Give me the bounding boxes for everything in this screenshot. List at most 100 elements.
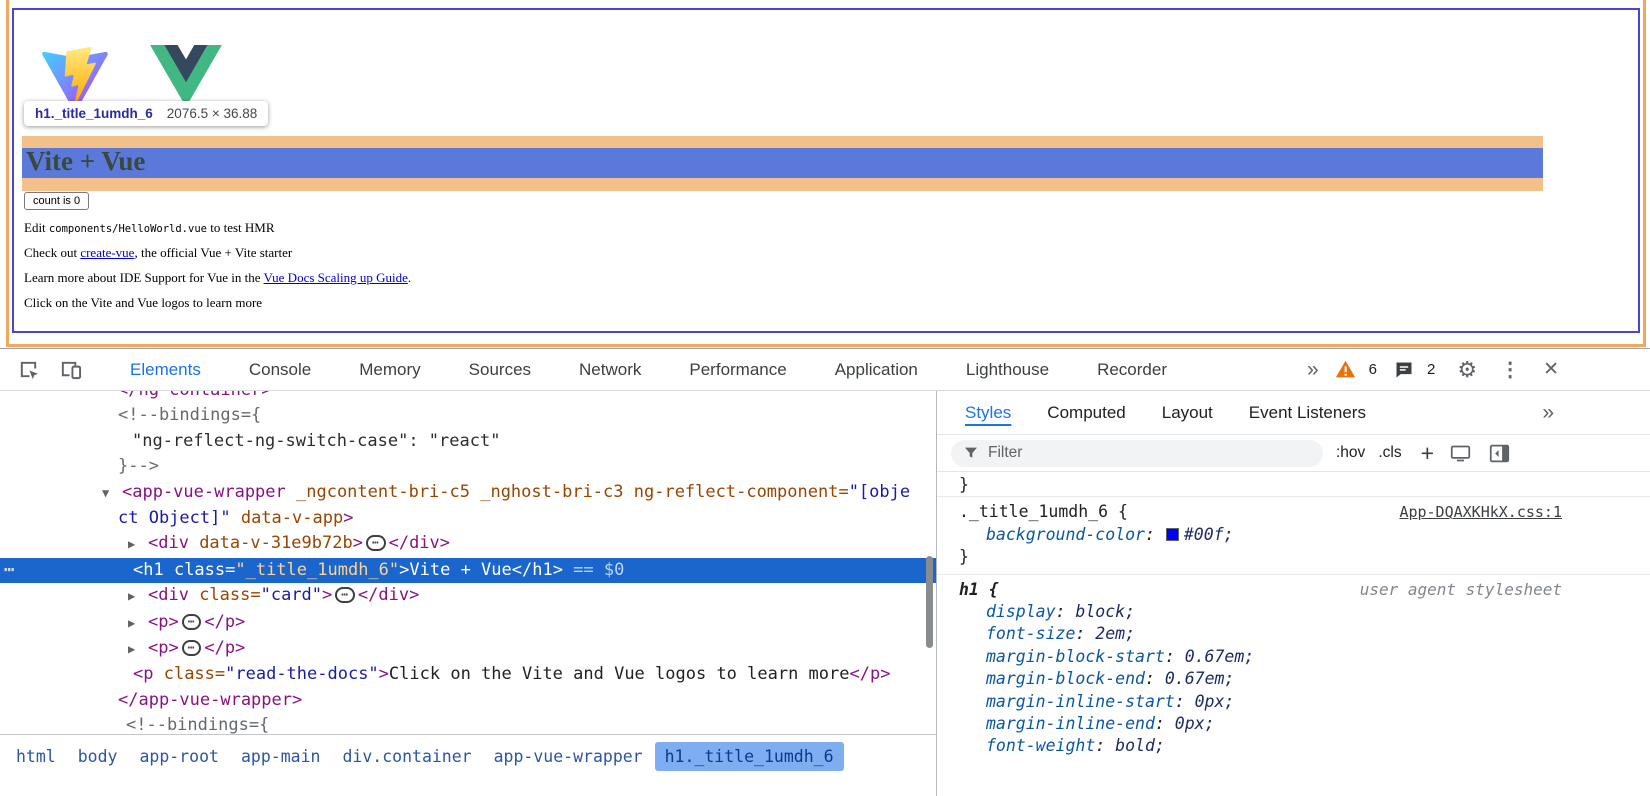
breadcrumb-item-app-root[interactable]: app-root	[130, 742, 229, 771]
expand-arrow-icon[interactable]: ▶	[128, 584, 148, 609]
class-toggle[interactable]: .cls	[1378, 444, 1401, 462]
dom-tree-row[interactable]: ct Object]" data-v-app>	[0, 506, 936, 531]
css-declaration[interactable]: display: block;	[937, 601, 1650, 623]
css-property[interactable]: margin-block-end	[986, 669, 1145, 688]
css-property[interactable]: margin-block-start	[986, 647, 1165, 666]
dom-tree-row[interactable]: ▶ <p> ⋯ </p>	[0, 610, 936, 636]
css-property[interactable]: font-weight	[986, 736, 1095, 755]
syntax-attribute-value: "[obje	[848, 481, 911, 502]
elements-scrollbar[interactable]	[926, 556, 933, 648]
css-property[interactable]: font-size	[986, 624, 1075, 643]
css-declaration[interactable]: background-color: #00f;	[937, 524, 1650, 546]
close-icon[interactable]: ✕	[1536, 358, 1566, 381]
styles-tabs: Styles Computed Layout Event Listeners »	[937, 391, 1650, 435]
breadcrumb-item-app-vue-wrapper[interactable]: app-vue-wrapper	[484, 742, 653, 771]
css-rule-source-ua[interactable]: user agent stylesheet	[1360, 579, 1562, 601]
css-value[interactable]: bold;	[1115, 736, 1165, 755]
dom-tree-row[interactable]: ▶ <div data-v-31e9b72b> ⋯ </div>	[0, 531, 936, 557]
css-property[interactable]: margin-inline-start	[986, 692, 1175, 711]
dom-tree-row[interactable]: }-->	[0, 454, 936, 479]
expand-arrow-icon[interactable]: ▼	[102, 481, 122, 506]
breadcrumb-item-html[interactable]: html	[6, 742, 66, 771]
css-declaration[interactable]: margin-inline-end: 0px;	[937, 713, 1650, 735]
dom-tree-row[interactable]: </ng-container>	[0, 391, 936, 403]
css-value[interactable]: 0.67em;	[1185, 647, 1255, 666]
expand-inline-icon[interactable]: ⋯	[335, 587, 355, 604]
styles-more-tabs-icon[interactable]: »	[1542, 401, 1554, 425]
css-value[interactable]: 0px;	[1195, 692, 1235, 711]
css-declaration[interactable]: margin-inline-start: 0px;	[937, 691, 1650, 713]
tab-sources[interactable]: Sources	[445, 349, 555, 390]
breadcrumb-item-body[interactable]: body	[68, 742, 128, 771]
css-property[interactable]: display	[986, 602, 1056, 621]
settings-gear-icon[interactable]: ⚙	[1450, 357, 1484, 383]
tab-elements[interactable]: Elements	[106, 349, 225, 390]
read-the-docs-text: Click on the Vite and Vue logos to learn…	[24, 295, 263, 310]
edit-hint-post: to test HMR	[206, 220, 275, 235]
counter-button[interactable]: count is 0	[24, 192, 90, 210]
expand-inline-icon[interactable]: ⋯	[181, 613, 202, 630]
vue-docs-link[interactable]: Vue Docs Scaling up Guide	[264, 270, 408, 285]
dom-tree-row[interactable]: ▶ <div class="card"> ⋯ </div>	[0, 583, 936, 609]
tab-application[interactable]: Application	[811, 349, 942, 390]
device-toolbar-icon[interactable]	[54, 354, 86, 386]
checkout-pre: Check out	[24, 245, 81, 260]
expand-inline-icon[interactable]: ⋯	[365, 535, 386, 552]
issues-count[interactable]: 2	[1427, 361, 1435, 378]
tab-network[interactable]: Network	[555, 349, 665, 390]
css-declaration[interactable]: font-size: 2em;	[937, 623, 1650, 645]
tab-lighthouse[interactable]: Lighthouse	[942, 349, 1073, 390]
css-declaration[interactable]: font-weight: bold;	[937, 735, 1650, 757]
breadcrumb-item-h1-title-1umdh-6[interactable]: h1._title_1umdh_6	[654, 742, 844, 771]
css-value[interactable]: 2em;	[1095, 624, 1135, 643]
pseudo-state-toggle[interactable]: :hov	[1336, 444, 1365, 462]
styles-filter-input[interactable]: Filter	[951, 439, 1323, 467]
issues-icon[interactable]	[1392, 354, 1416, 386]
node-menu-icon[interactable]: ⋯	[4, 558, 15, 583]
css-declaration[interactable]: margin-block-end: 0.67em;	[937, 668, 1650, 690]
dom-tree-row[interactable]: ▼ <app-vue-wrapper _ngcontent-bri-c5 _ngh…	[0, 480, 936, 506]
dom-tree-row[interactable]: "ng-reflect-ng-switch-case": "react"	[0, 429, 936, 454]
styles-tab-layout[interactable]: Layout	[1144, 391, 1231, 434]
dom-tree-row[interactable]: ▶ <p> ⋯ </p>	[0, 636, 936, 662]
css-value[interactable]: #00f;	[1184, 525, 1234, 544]
inspect-element-icon[interactable]	[12, 354, 44, 386]
css-value[interactable]: block;	[1075, 602, 1135, 621]
tab-recorder[interactable]: Recorder	[1073, 349, 1191, 390]
warning-count[interactable]: 6	[1369, 361, 1377, 378]
rendering-emulation-icon[interactable]	[1447, 437, 1473, 469]
styles-content: } ._title_1umdh_6 {App-DQAXKHkX.css:1 bac…	[937, 472, 1650, 796]
css-rule-close-brace: }	[959, 547, 969, 567]
css-value[interactable]: 0px;	[1175, 714, 1215, 733]
create-vue-link[interactable]: create-vue	[80, 245, 134, 260]
more-tabs-icon[interactable]: »	[1301, 358, 1325, 382]
css-property[interactable]: background-color	[986, 525, 1145, 544]
styles-tab-event-listeners[interactable]: Event Listeners	[1231, 391, 1384, 434]
breadcrumb-item-app-main[interactable]: app-main	[231, 742, 330, 771]
toggle-sidebar-icon[interactable]	[1486, 437, 1512, 469]
breadcrumb-item-div-container[interactable]: div.container	[332, 742, 481, 771]
css-value[interactable]: 0.67em;	[1165, 669, 1235, 688]
expand-arrow-icon[interactable]: ▶	[128, 611, 148, 636]
css-selector[interactable]: h1 {	[959, 579, 999, 601]
tab-memory[interactable]: Memory	[335, 349, 444, 390]
expand-inline-icon[interactable]: ⋯	[181, 640, 202, 657]
dom-tree-row[interactable]: </app-vue-wrapper>	[0, 688, 936, 713]
tab-performance[interactable]: Performance	[665, 349, 810, 390]
expand-arrow-icon[interactable]: ▶	[128, 532, 148, 557]
new-style-rule-icon[interactable]: +	[1421, 440, 1434, 467]
styles-tab-styles[interactable]: Styles	[947, 391, 1029, 434]
styles-tab-computed[interactable]: Computed	[1029, 391, 1143, 434]
dom-tree-row[interactable]: <p class="read-the-docs">Click on the Vi…	[0, 662, 936, 687]
dom-tree-row[interactable]: <!--bindings={	[0, 403, 936, 428]
dom-tree-row-selected[interactable]: ⋯ <h1 class="_title_1umdh_6">Vite + Vue</…	[0, 557, 936, 584]
css-property[interactable]: margin-inline-end	[986, 714, 1155, 733]
kebab-menu-icon[interactable]: ⋮	[1493, 357, 1527, 382]
warning-icon[interactable]	[1334, 354, 1358, 386]
expand-arrow-icon[interactable]: ▶	[128, 637, 148, 662]
tab-console[interactable]: Console	[225, 349, 335, 390]
css-selector[interactable]: ._title_1umdh_6 {	[959, 501, 1128, 523]
color-swatch[interactable]	[1165, 527, 1179, 541]
css-declaration[interactable]: margin-block-start: 0.67em;	[937, 646, 1650, 668]
css-rule-source-link[interactable]: App-DQAXKHkX.css:1	[1399, 501, 1562, 523]
